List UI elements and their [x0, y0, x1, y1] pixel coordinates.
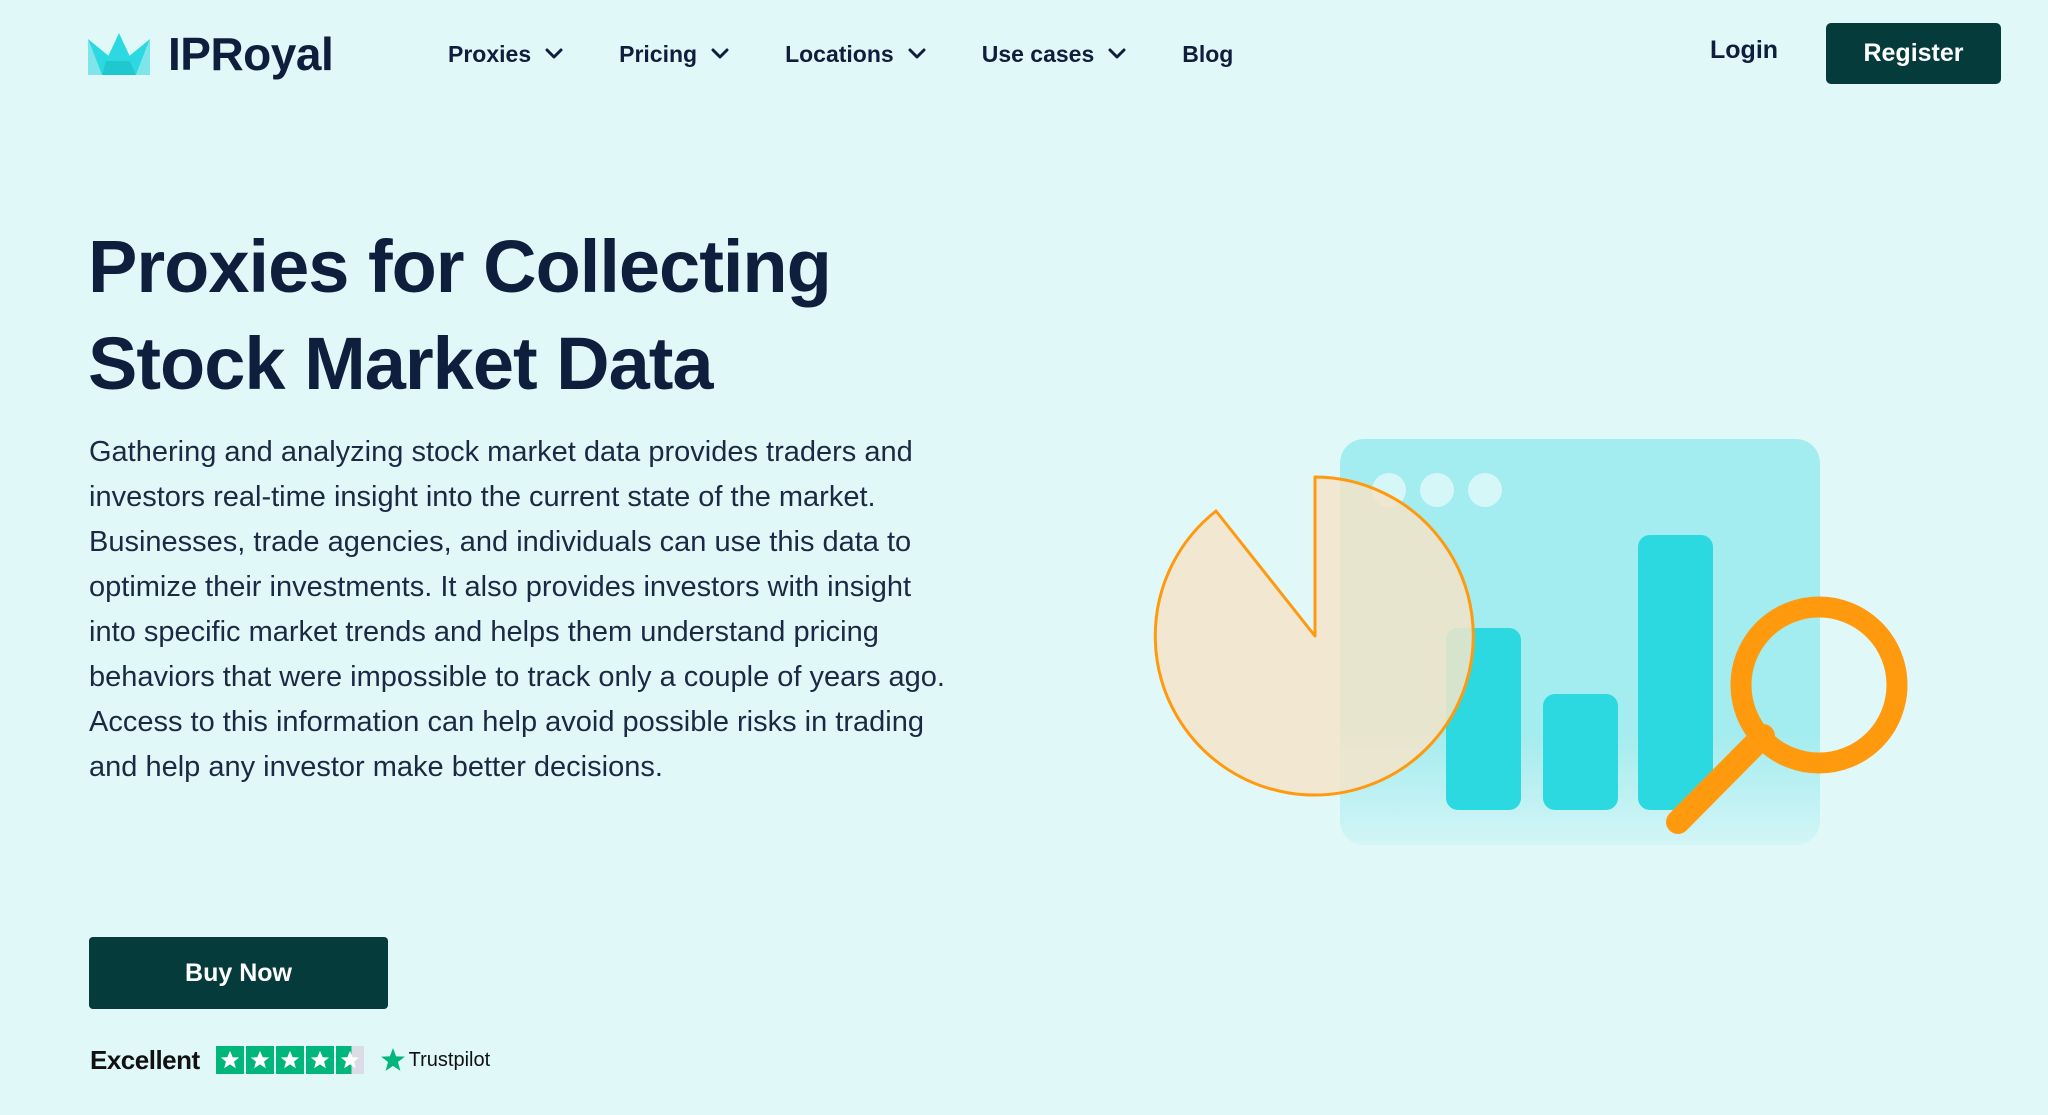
page: IPRoyal Proxies Pricing Locations Use ca… [0, 0, 2048, 1115]
nav-item-use-cases[interactable]: Use cases [982, 41, 1127, 68]
buy-now-button[interactable]: Buy Now [89, 937, 388, 1009]
nav-label: Proxies [448, 40, 532, 67]
logo[interactable]: IPRoyal [88, 26, 334, 82]
title-line-1: Proxies for Collecting [88, 225, 832, 308]
nav-item-blog[interactable]: Blog [1182, 41, 1233, 68]
register-button[interactable]: Register [1826, 23, 2001, 84]
trustpilot-rating[interactable]: Excellent Trustpilot [90, 1044, 490, 1076]
hero-description: Gathering and analyzing stock market dat… [89, 436, 945, 783]
bar-2 [1543, 694, 1618, 810]
brand-name: IPRoyal [168, 28, 334, 80]
window-dot [1468, 473, 1502, 507]
trustpilot-star-icon [380, 1048, 405, 1071]
rating-label: Excellent [90, 1044, 200, 1075]
login-link[interactable]: Login [1710, 36, 1778, 65]
window-dot [1420, 473, 1454, 507]
star-icon [305, 1046, 334, 1074]
half-star-icon [335, 1046, 364, 1074]
trustpilot-logo: Trustpilot [380, 1047, 491, 1073]
nav-label: Pricing [619, 40, 698, 67]
chevron-down-icon [1108, 48, 1126, 59]
nav-label: Blog [1182, 40, 1234, 67]
chevron-down-icon [545, 48, 563, 59]
nav-item-locations[interactable]: Locations [785, 41, 926, 68]
chevron-down-icon [908, 48, 926, 59]
nav-label: Use cases [981, 40, 1095, 67]
star-icon [275, 1046, 304, 1074]
page-title: Proxies for Collecting Stock Market Data [88, 218, 988, 412]
nav-item-pricing[interactable]: Pricing [619, 41, 729, 68]
nav-item-proxies[interactable]: Proxies [448, 41, 563, 68]
site-header: IPRoyal Proxies Pricing Locations Use ca… [0, 0, 2048, 108]
rating-stars [215, 1046, 366, 1074]
stock-data-illustration [1153, 439, 1908, 845]
trustpilot-name: Trustpilot [408, 1048, 491, 1071]
crown-logo-icon [88, 33, 150, 75]
title-line-2: Stock Market Data [88, 322, 714, 405]
star-icon [245, 1046, 274, 1074]
nav-label: Locations [785, 40, 894, 67]
star-icon [215, 1046, 244, 1074]
pie-chart [1153, 475, 1475, 797]
main-nav: Proxies Pricing Locations Use cases Blog [448, 36, 1289, 72]
bar-3 [1638, 535, 1713, 810]
chevron-down-icon [711, 48, 729, 59]
